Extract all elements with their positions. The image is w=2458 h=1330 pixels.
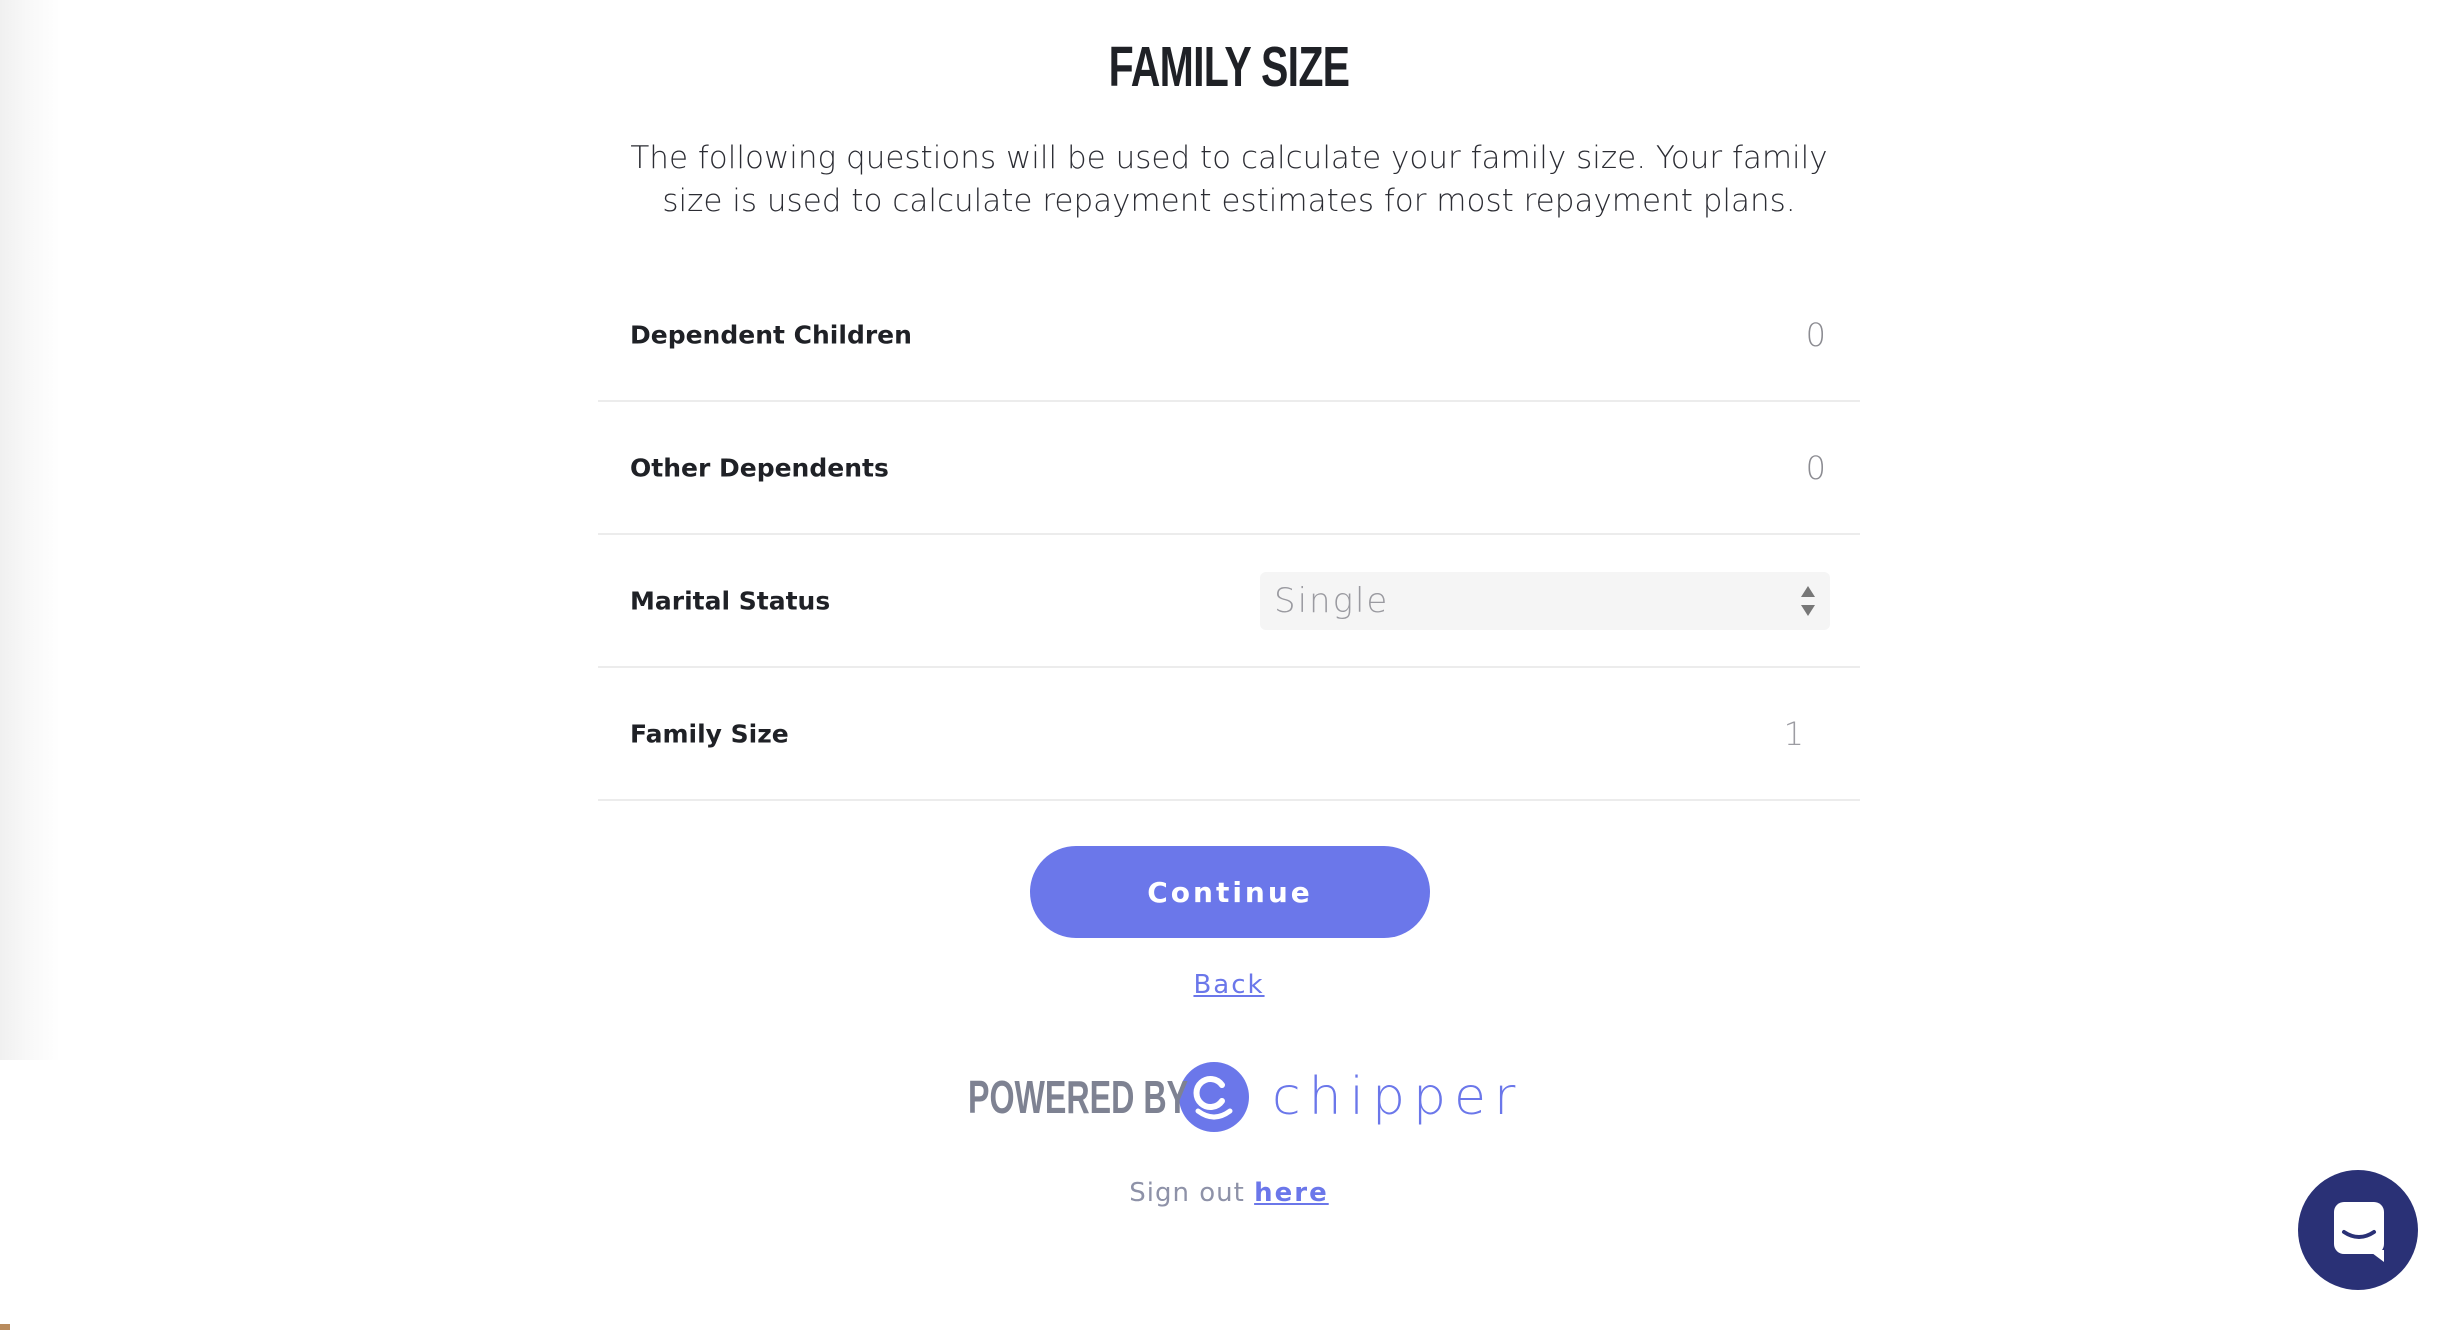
back-link-container: Back [0,970,2458,1000]
page: FAMILY SIZE The following questions will… [0,0,2458,1330]
marital-status-selected: Single [1274,580,1390,621]
brand-name: chipper [1272,1067,1524,1127]
chat-icon [2334,1202,2384,1262]
dependent-children-input[interactable] [1624,314,1828,355]
continue-button[interactable]: Continue [1030,846,1430,938]
powered-by: POWERED BY chipper [968,1060,1523,1134]
marital-status-label: Marital Status [630,586,831,615]
family-size-form: Dependent Children Other Dependents Mari… [598,269,1860,801]
family-size-value: 1 [1783,714,1804,753]
marital-status-row: Marital Status Single [598,535,1860,668]
other-dependents-input[interactable] [1624,447,1828,488]
powered-by-text: POWERED BY [968,1071,1189,1123]
signout-text: Sign out [1129,1178,1245,1208]
other-dependents-label: Other Dependents [630,453,889,482]
family-size-label: Family Size [630,719,789,748]
dependent-children-row: Dependent Children [598,269,1860,402]
select-arrows-icon [1801,585,1815,616]
dependent-children-label: Dependent Children [630,320,912,349]
chipper-logo-icon [1179,1062,1249,1132]
other-dependents-row: Other Dependents [598,402,1860,535]
back-link[interactable]: Back [1193,970,1264,1000]
chat-launcher-button[interactable] [2298,1170,2418,1290]
signout-line: Sign out here [0,1178,2458,1208]
signout-link[interactable]: here [1254,1178,1329,1208]
page-subtitle: The following questions will be used to … [630,140,1828,219]
marital-status-select[interactable]: Single [1260,571,1830,630]
family-size-row: Family Size 1 [598,668,1860,801]
page-title: FAMILY SIZE [1108,35,1350,99]
